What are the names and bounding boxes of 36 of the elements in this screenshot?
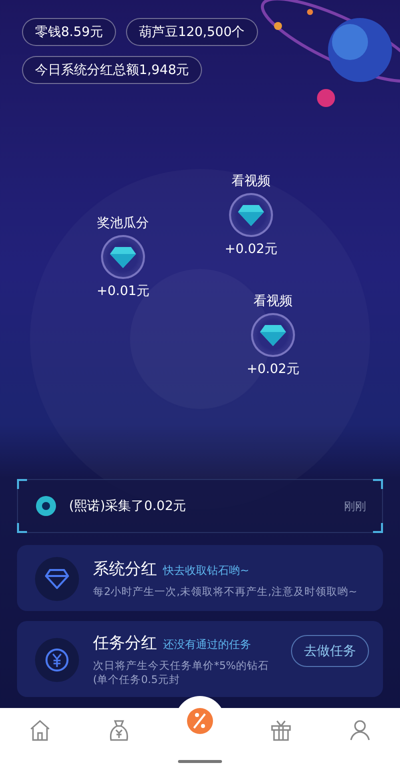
diamond-bubble[interactable] [101,235,145,279]
reward-amount: +0.01元 [96,283,150,300]
diamond-icon [110,246,136,268]
reward-label: 看视频 [254,293,292,310]
balance-pill: 葫芦豆120,500个 [126,18,258,46]
corner-bracket [17,479,27,489]
corner-bracket [17,523,27,533]
money-bag-icon [108,719,130,741]
card-subtitle: 还没有通过的任务 [163,637,251,652]
card-description: 次日将产生今天任务单价*5%的钻石(单个任务0.5元封 [93,659,270,688]
diamond-icon [45,569,69,589]
reward-label: 看视频 [232,173,270,190]
card-title: 任务分红 [93,633,157,654]
reward-amount: +0.02元 [246,361,300,378]
balance-pill: 零钱8.59元 [22,18,116,46]
feed-message: (熙诺)采集了0.02元 [69,498,188,515]
user-icon [349,719,372,741]
diamond-icon [238,204,264,226]
card-subtitle: 快去收取钻石哟~ [163,562,250,578]
gift-icon [270,719,292,741]
corner-bracket [373,479,383,489]
home-indicator [178,760,222,763]
reward-amount: +0.02元 [224,241,278,258]
planet-tab-icon [184,706,215,736]
diamond-bubble[interactable] [229,193,273,237]
diamond-icon [260,324,286,346]
card-description: 每2小时产生一次,未领取将不再产生,注意及时领取哟~ [93,584,358,600]
diamond-bubble[interactable] [251,313,295,357]
corner-bracket [373,523,383,533]
reward-label: 奖池瓜分 [97,215,149,232]
feed-time: 刚刚 [344,498,366,514]
yuan-icon [45,648,69,672]
balance-pill: 今日系统分红总额1,948元 [22,56,202,84]
card-title: 系统分红 [93,558,157,580]
do-task-button[interactable]: 去做任务 [291,635,369,667]
home-icon [28,719,51,741]
